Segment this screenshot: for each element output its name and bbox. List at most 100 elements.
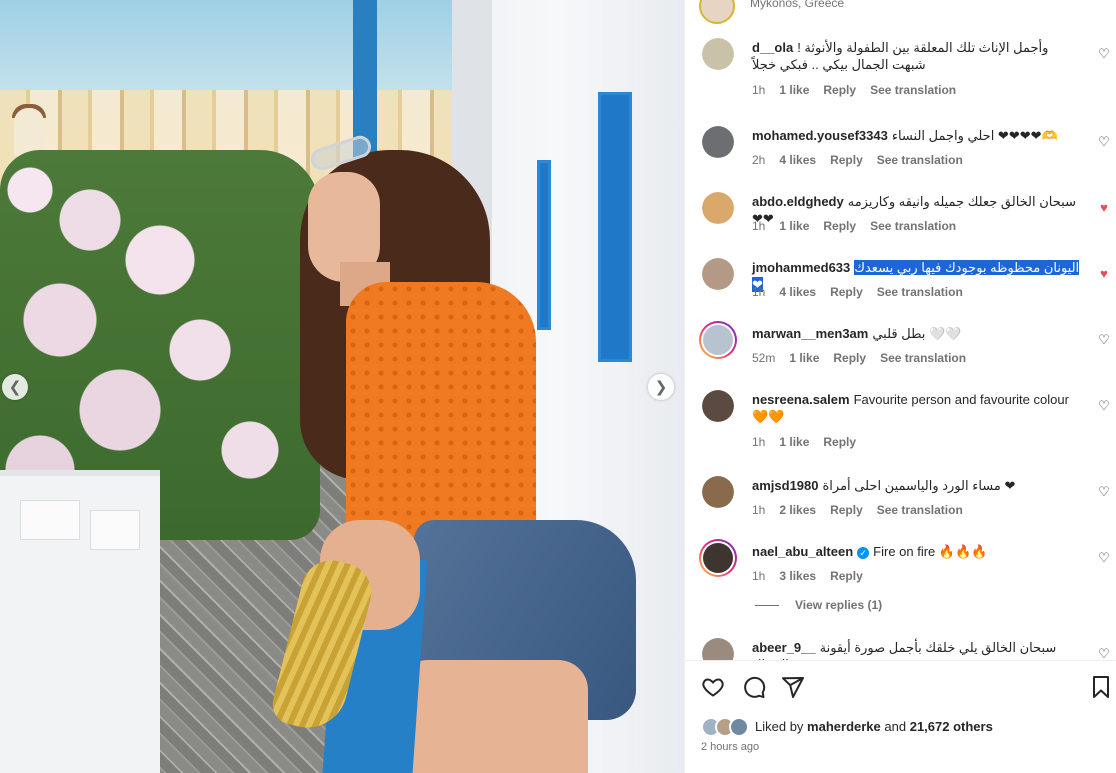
avatar[interactable] [702, 638, 734, 660]
verified-icon: ✓ [857, 546, 870, 559]
heart-icon[interactable]: ♡ [1097, 135, 1111, 149]
comment-username[interactable]: mohamed.yousef3343 [752, 128, 888, 143]
see-translation-button[interactable]: See translation [870, 219, 956, 233]
comment-time: 2h [752, 153, 766, 167]
comments-panel: Mykonos, Greece d__ola وأجمل الإناث تلك ا… [684, 0, 1116, 773]
comment-text: Fire on fire 🔥🔥🔥 [873, 544, 988, 559]
comment-username[interactable]: marwan__men3am [752, 326, 868, 341]
comment-username[interactable]: amjsd1980 [752, 478, 819, 493]
comment-meta: 2h 4 likes Reply See translation [752, 153, 977, 167]
liked-by-text[interactable]: Liked by maherderke and 21,672 others [755, 719, 993, 734]
save-button[interactable] [1089, 675, 1115, 701]
comment-username[interactable]: abeer_9__ [752, 640, 816, 655]
comment-like-count[interactable]: 1 like [779, 83, 809, 97]
comment-time: 1h [752, 435, 766, 449]
avatar[interactable] [699, 539, 737, 577]
liked-by-user[interactable]: maherderke [807, 719, 881, 734]
liked-by-count[interactable]: 21,672 others [910, 719, 993, 734]
comment-meta: 1h 3 likes Reply [752, 569, 877, 583]
heart-icon[interactable]: ♡ [1097, 485, 1111, 499]
post-photo[interactable]: ❮ ❯ [0, 0, 684, 773]
avatar[interactable] [702, 390, 734, 422]
comment-username[interactable]: d__ola [752, 40, 793, 55]
view-replies-divider [755, 605, 779, 607]
heart-icon[interactable]: ♡ [1097, 647, 1111, 661]
liked-by-prefix: Liked by [755, 719, 804, 734]
comment-like-count[interactable]: 4 likes [779, 153, 816, 167]
heart-icon[interactable]: ♡ [1097, 333, 1111, 347]
see-translation-button[interactable]: See translation [877, 503, 963, 517]
avatar-image [703, 325, 733, 355]
comment-like-count[interactable]: 4 likes [779, 285, 816, 299]
avatar[interactable] [702, 258, 734, 290]
avatar[interactable] [699, 321, 737, 359]
photo-windmill [14, 108, 44, 156]
photo-blue-shutter [598, 92, 632, 362]
comment-meta: 1h 1 like Reply [752, 435, 870, 449]
view-replies-button[interactable]: View replies (1) [755, 598, 882, 612]
avatar[interactable] [702, 126, 734, 158]
heart-icon[interactable]: ♡ [1097, 47, 1111, 61]
heart-icon[interactable]: ♡ [1097, 399, 1111, 413]
comment-username[interactable]: jmohammed633 [752, 260, 850, 275]
avatar[interactable] [702, 476, 734, 508]
comment-reply-button[interactable]: Reply [830, 503, 863, 517]
avatar-image [702, 126, 734, 158]
comment-reply-button[interactable]: Reply [830, 285, 863, 299]
comment-like-count[interactable]: 2 likes [779, 503, 816, 517]
comment-body: abeer_9__ سبحان الخالق يلي خلقك بأجمل صور… [752, 639, 1082, 660]
comment-username[interactable]: nael_abu_alteen [752, 544, 853, 559]
instagram-post-view: ❮ ❯ Mykonos, Greece d__ola وأجمل الإناث ت… [0, 0, 1116, 773]
comment-reply-button[interactable]: Reply [830, 153, 863, 167]
comment-username[interactable]: nesreena.salem [752, 392, 850, 407]
comment-reply-button[interactable]: Reply [823, 435, 856, 449]
comment-text: وأجمل الإناث تلك المعلقة بين الطفولة وال… [752, 40, 1049, 72]
comment-body: d__ola وأجمل الإناث تلك المعلقة بين الطفو… [752, 39, 1082, 73]
avatar[interactable] [702, 192, 734, 224]
avatar-image [702, 258, 734, 290]
see-translation-button[interactable]: See translation [877, 285, 963, 299]
heart-icon[interactable]: ♥ [1097, 267, 1111, 281]
comment-like-count[interactable]: 1 like [779, 219, 809, 233]
photo-blue-shutter [537, 160, 551, 330]
share-button[interactable] [781, 675, 807, 701]
comment-like-count[interactable]: 3 likes [779, 569, 816, 583]
post-location[interactable]: Mykonos, Greece [750, 0, 844, 10]
share-icon [782, 677, 804, 698]
comment-reply-button[interactable]: Reply [833, 351, 866, 365]
comment-icon [744, 676, 766, 698]
heart-icon[interactable]: ♥ [1097, 201, 1111, 215]
comment-reply-button[interactable]: Reply [823, 219, 856, 233]
comment-reply-button[interactable]: Reply [823, 83, 856, 97]
avatar-image [702, 638, 734, 660]
photo-person-legs [398, 660, 588, 773]
avatar-image [702, 38, 734, 70]
comment-reply-button[interactable]: Reply [830, 569, 863, 583]
post-timestamp[interactable]: 2 hours ago [701, 741, 759, 753]
see-translation-button[interactable]: See translation [877, 153, 963, 167]
comment-body: mohamed.yousef3343 احلي واجمل النساء ❤❤❤❤… [752, 127, 1082, 144]
liked-by-suffix: and [884, 719, 907, 734]
photo-balcony-post [90, 510, 140, 550]
see-translation-button[interactable]: See translation [870, 83, 956, 97]
author-avatar[interactable] [699, 0, 735, 24]
liked-by-avatars[interactable] [701, 717, 753, 737]
comments-list[interactable]: d__ola وأجمل الإناث تلك المعلقة بين الطفو… [685, 30, 1116, 660]
comment-button[interactable] [742, 675, 768, 701]
comment-time: 1h [752, 285, 766, 299]
heart-icon [702, 678, 724, 697]
comment-username[interactable]: abdo.eldghedy [752, 194, 844, 209]
avatar-image [703, 543, 733, 573]
comment-text: مساء الورد والياسمين احلى أمراة ❤ [822, 478, 1016, 493]
avatar-image [702, 192, 734, 224]
avatar[interactable] [702, 38, 734, 70]
see-translation-button[interactable]: See translation [880, 351, 966, 365]
comment-meta: 1h 1 like Reply See translation [752, 83, 970, 97]
carousel-next-button[interactable]: ❯ [648, 374, 674, 400]
comment-like-count[interactable]: 1 like [779, 435, 809, 449]
heart-icon[interactable]: ♡ [1097, 551, 1111, 565]
carousel-prev-button[interactable]: ❮ [2, 374, 28, 400]
comment-meta: 1h 1 like Reply See translation [752, 219, 970, 233]
comment-like-count[interactable]: 1 like [789, 351, 819, 365]
like-button[interactable] [701, 675, 727, 701]
